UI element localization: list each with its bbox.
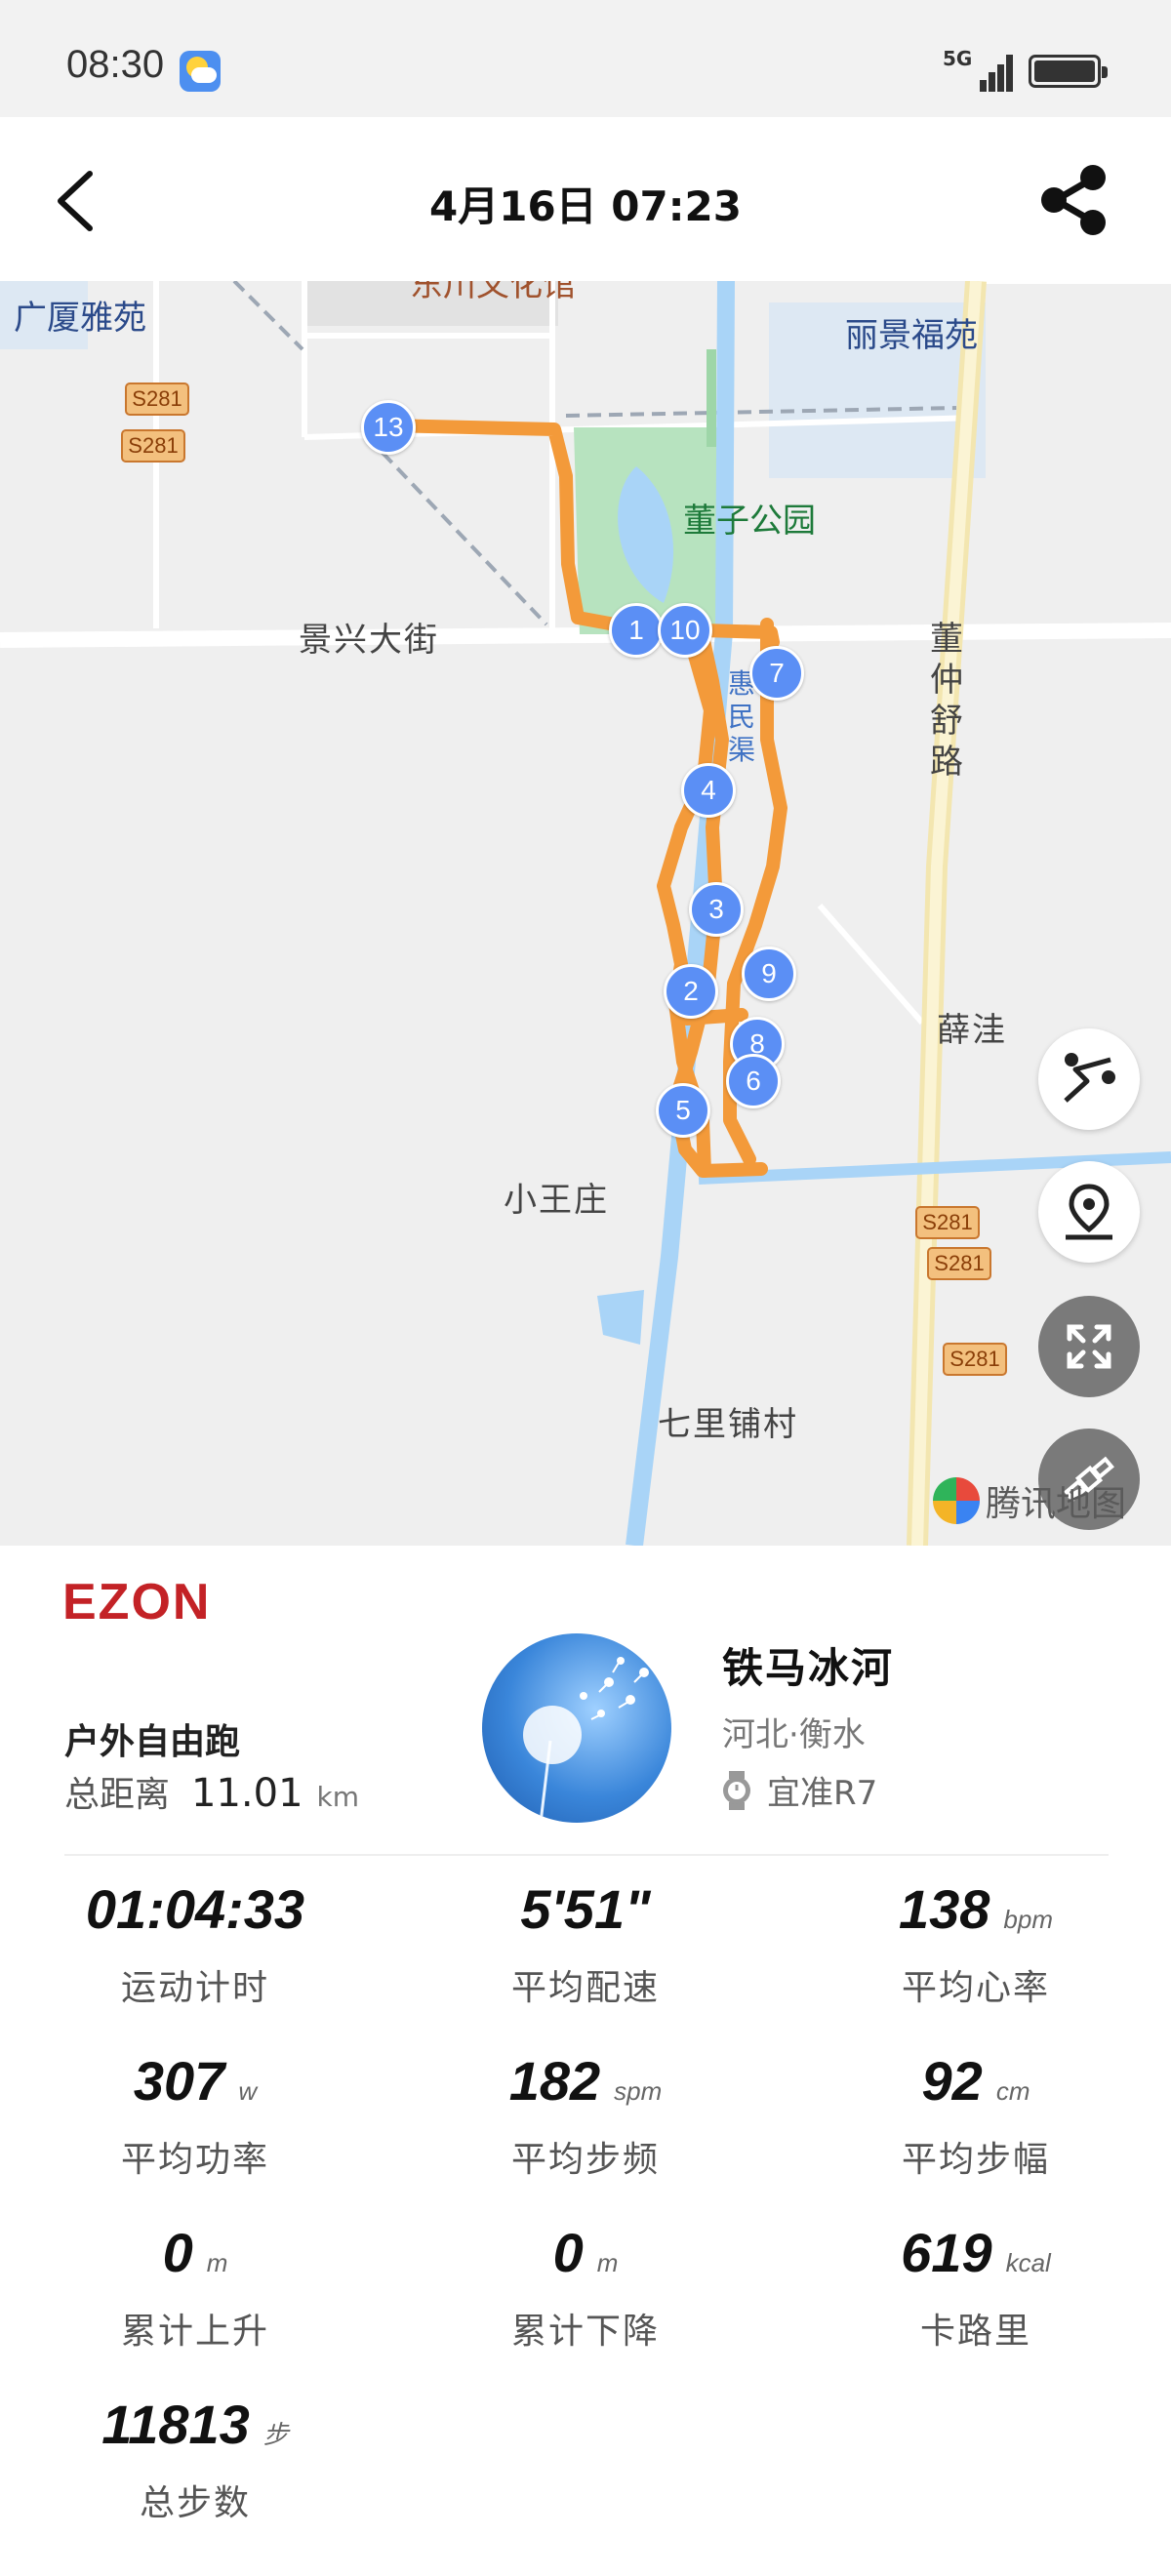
km-marker[interactable]: 7 [749, 646, 804, 701]
stat-value: 92 [921, 2050, 983, 2112]
stat-descent: 0m 累计下降 [390, 2221, 781, 2354]
road-badge: S281 [125, 382, 189, 416]
device-row: 宜准R7 [720, 1766, 877, 1814]
fullscreen-icon [1067, 1324, 1111, 1369]
network-type: 5G [943, 47, 973, 70]
share-button[interactable] [1030, 156, 1118, 244]
stat-label: 平均配速 [510, 1968, 660, 2008]
app-header: 4月16日 07:23 [0, 117, 1171, 281]
map-attribution: 腾讯地图 [986, 1484, 1127, 1524]
watch-icon [723, 1770, 750, 1810]
stat-calories: 619 kcal 卡路里 [781, 2221, 1171, 2354]
km-marker[interactable]: 10 [658, 603, 712, 658]
activity-summary-card: EZON 户外自由跑 总距离 11.01 km 铁马冰河 河北·衡水 宜准R7 … [0, 1546, 1171, 2576]
weather-icon [180, 51, 221, 92]
stat-value: 0 [552, 2222, 584, 2283]
share-icon [1041, 165, 1106, 235]
map-label-jingxing: 景兴大街 [299, 621, 439, 660]
map-label-lijing: 丽景福苑 [845, 316, 978, 355]
stat-unit: w [238, 2076, 258, 2106]
stat-label: 平均步幅 [901, 2140, 1050, 2180]
map-label-dongzhongshu: 董仲舒路 [930, 620, 963, 782]
status-bar: 08:30 5G [0, 0, 1171, 117]
stat-value: 5'51" [520, 1878, 651, 1940]
map-label-park: 董子公园 [683, 502, 816, 541]
location-button[interactable] [1038, 1161, 1140, 1263]
stat-value: 01:04:33 [85, 1878, 305, 1940]
distance-unit: km [316, 1781, 360, 1813]
stat-label: 运动计时 [120, 1968, 269, 2008]
road-badge: S281 [915, 1206, 980, 1239]
stat-steps: 11813 步 总步数 [0, 2393, 390, 2525]
distance-label: 总距离 [64, 1775, 171, 1815]
status-time: 08:30 [66, 43, 165, 86]
stat-label: 累计上升 [120, 2312, 269, 2352]
km-marker[interactable]: 6 [726, 1054, 781, 1108]
divider [64, 1854, 1109, 1856]
stat-value: 0 [162, 2222, 193, 2283]
activity-type: 户外自由跑 [64, 1722, 241, 1762]
dandelion-avatar-image [523, 1657, 649, 1823]
tencent-map-icon [933, 1477, 980, 1524]
stat-value: 182 [508, 2050, 601, 2112]
stat-label: 平均步频 [510, 2140, 660, 2180]
device-name: 宜准R7 [767, 1774, 878, 1813]
stat-unit: m [206, 2248, 228, 2277]
user-location: 河北·衡水 [722, 1715, 866, 1754]
stat-label: 累计下降 [510, 2312, 660, 2352]
stat-power: 307 w 平均功率 [0, 2049, 390, 2182]
route-order-button[interactable] [1038, 1028, 1140, 1130]
stat-value: 619 [901, 2222, 992, 2283]
stat-value: 307 [133, 2050, 225, 2112]
stat-unit: 步 [262, 2420, 289, 2449]
stat-value: 138 [898, 1878, 990, 1940]
stat-label: 卡路里 [919, 2312, 1031, 2352]
page-title: 4月16日 07:23 [429, 182, 742, 230]
route-order-icon [1064, 1053, 1115, 1103]
distance-row: 总距离 11.01 km [64, 1766, 359, 1817]
km-marker[interactable]: 1 [609, 603, 664, 658]
user-name: 铁马冰河 [722, 1644, 895, 1692]
signal-icon: 5G [943, 47, 1013, 92]
stat-unit: bpm [1003, 1905, 1053, 1934]
km-marker[interactable]: 4 [681, 763, 736, 818]
stat-unit: kcal [1005, 2248, 1051, 2277]
km-marker[interactable]: 3 [689, 882, 744, 937]
km-marker[interactable]: 13 [361, 400, 416, 455]
stat-pace: 5'51" 平均配速 [390, 1877, 781, 2010]
km-marker[interactable]: 2 [664, 964, 718, 1019]
km-marker[interactable]: 9 [742, 946, 796, 1001]
km-marker[interactable]: 5 [656, 1083, 710, 1138]
distance-value: 11.01 [191, 1771, 303, 1816]
stat-ascent: 0m 累计上升 [0, 2221, 390, 2354]
stat-label: 平均功率 [120, 2140, 269, 2180]
stat-unit: m [596, 2248, 619, 2277]
road-badge: S281 [121, 429, 185, 463]
stat-label: 平均心率 [901, 1968, 1050, 2008]
road-badge: S281 [943, 1343, 1007, 1376]
location-icon [1066, 1184, 1112, 1240]
fullscreen-button[interactable] [1038, 1296, 1140, 1397]
stat-label: 总步数 [139, 2483, 251, 2523]
road-badge: S281 [927, 1247, 991, 1280]
tencent-map-logo: 腾讯地图 [933, 1473, 1126, 1528]
stat-duration: 01:04:33 运动计时 [0, 1877, 390, 2010]
stat-heart-rate: 138 bpm 平均心率 [781, 1877, 1171, 2010]
stat-cadence: 182 spm 平均步频 [390, 2049, 781, 2182]
route-map[interactable]: 广厦雅苑 东川文化馆 丽景福苑 董子公园 景兴大街 董仲舒路 惠民渠 薛洼 小王… [0, 281, 1171, 1546]
avatar[interactable] [482, 1633, 671, 1823]
stat-unit: cm [995, 2076, 1030, 2106]
map-label-guangsha: 广厦雅苑 [14, 299, 146, 338]
brand-logo: EZON [62, 1574, 212, 1630]
stat-value: 11813 [101, 2394, 250, 2455]
map-label-xuewa: 薛洼 [937, 1011, 1007, 1050]
map-label-wenhua: 东川文化馆 [410, 281, 576, 304]
stat-unit: spm [614, 2076, 663, 2106]
map-label-xiaowang: 小王庄 [504, 1181, 609, 1220]
stat-stride: 92 cm 平均步幅 [781, 2049, 1171, 2182]
map-label-qilipu: 七里铺村 [658, 1405, 798, 1444]
battery-icon [1029, 55, 1108, 88]
